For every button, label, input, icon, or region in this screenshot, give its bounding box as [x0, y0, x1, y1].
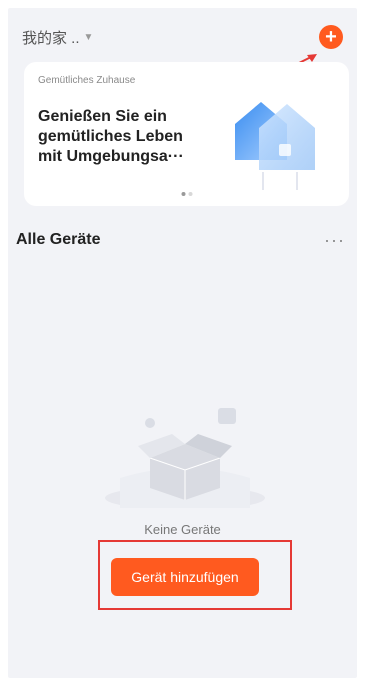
- scene-subtitle: Gemütliches Zuhause: [38, 75, 136, 86]
- more-horizontal-icon[interactable]: ···: [324, 230, 345, 251]
- banner-pagination: [181, 192, 192, 196]
- empty-state-message: Keine Geräte: [144, 522, 221, 537]
- house-illustration-icon: [235, 102, 315, 190]
- home-selector[interactable]: 我的家 .. ▼: [22, 27, 93, 48]
- add-device-button[interactable]: Gerät hinzufügen: [111, 558, 259, 596]
- add-button[interactable]: +: [319, 25, 343, 49]
- home-name: 我的家 ..: [22, 30, 80, 47]
- empty-box-icon: [105, 408, 265, 508]
- caret-down-icon: ▼: [83, 32, 94, 43]
- pagination-dot: [188, 192, 192, 196]
- app-screen: 我的家 .. ▼ + Gemütliches Zuhause Genießen …: [8, 8, 357, 678]
- plus-icon: +: [325, 26, 337, 48]
- all-devices-title: Alle Geräte: [16, 231, 101, 248]
- scene-banner-card[interactable]: Gemütliches Zuhause Genießen Sie ein gem…: [24, 62, 349, 206]
- scene-headline: Genießen Sie ein gemütliches Leben mit U…: [38, 108, 184, 165]
- pagination-dot-active: [181, 192, 185, 196]
- header: 我的家 .. ▼ +: [8, 8, 357, 75]
